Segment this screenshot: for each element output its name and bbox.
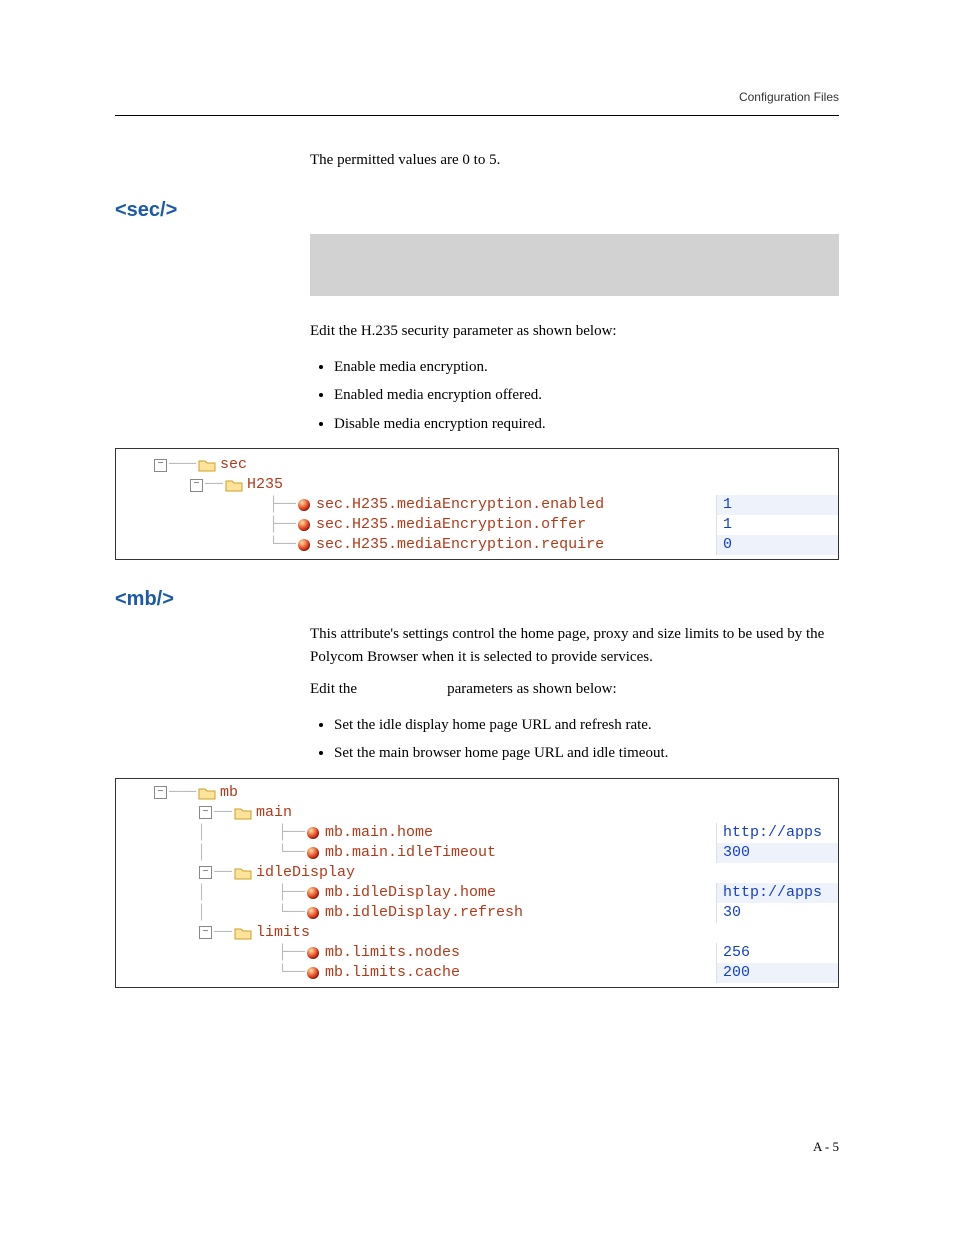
tree-node-label: limits (256, 923, 716, 943)
attr-icon (307, 847, 319, 859)
attr-icon (307, 947, 319, 959)
tree-attr-val: 1 (716, 495, 838, 515)
tree-attr-key: mb.idleDisplay.home (325, 883, 716, 903)
mb-para1: This attribute's settings control the ho… (310, 623, 839, 668)
mb-tree-panel: −───mb −──main │ ├──mb.main.homehttp://a… (115, 778, 839, 988)
tree-attr-val: 1 (716, 515, 838, 535)
list-item: Set the main browser home page URL and i… (334, 739, 839, 768)
tree-attr-key: mb.limits.cache (325, 963, 716, 983)
tree-attr-val: http://apps (716, 883, 838, 903)
header-label: Configuration Files (739, 90, 839, 104)
folder-icon (234, 866, 252, 880)
tree-attr-val: 0 (716, 535, 838, 555)
tree-node-label: H235 (247, 475, 716, 495)
section-heading-mb: <mb/> (115, 588, 839, 611)
sec-tree-panel: −───sec −──H235 ├──sec.H235.mediaEncrypt… (115, 448, 839, 560)
collapse-icon[interactable]: − (199, 866, 212, 879)
list-item: Set the idle display home page URL and r… (334, 711, 839, 740)
collapse-icon[interactable]: − (199, 806, 212, 819)
tree-attr-val: 256 (716, 943, 838, 963)
tree-attr-key: sec.H235.mediaEncryption.require (316, 535, 716, 555)
collapse-icon[interactable]: − (190, 479, 203, 492)
tree-node-label: idleDisplay (256, 863, 716, 883)
page-number: A - 5 (813, 1139, 839, 1155)
attr-icon (298, 499, 310, 511)
tree-attr-val: 200 (716, 963, 838, 983)
list-item: Enabled media encryption offered. (334, 381, 839, 410)
header-rule (115, 115, 839, 116)
list-item: Enable media encryption. (334, 353, 839, 382)
tree-attr-val: 30 (716, 903, 838, 923)
collapse-icon[interactable]: − (154, 459, 167, 472)
tree-attr-key: mb.idleDisplay.refresh (325, 903, 716, 923)
collapse-icon[interactable]: − (199, 926, 212, 939)
mb-bullet-list: Set the idle display home page URL and r… (310, 711, 839, 768)
sec-edit-text: Edit the H.235 security parameter as sho… (310, 320, 839, 343)
gray-placeholder (310, 234, 839, 296)
folder-icon (234, 926, 252, 940)
section-heading-sec: <sec/> (115, 199, 839, 222)
attr-icon (307, 907, 319, 919)
tree-node-label: main (256, 803, 716, 823)
tree-node-label: sec (220, 455, 716, 475)
sec-bullet-list: Enable media encryption. Enabled media e… (310, 353, 839, 439)
tree-attr-val: http://apps (716, 823, 838, 843)
collapse-icon[interactable]: − (154, 786, 167, 799)
folder-icon (234, 806, 252, 820)
attr-icon (307, 827, 319, 839)
tree-attr-key: mb.main.idleTimeout (325, 843, 716, 863)
list-item: Disable media encryption required. (334, 410, 839, 439)
folder-icon (198, 786, 216, 800)
tree-attr-key: sec.H235.mediaEncryption.offer (316, 515, 716, 535)
intro-text: The permitted values are 0 to 5. (310, 150, 839, 171)
mb-edit-text: Edit the parameters as shown below: (310, 678, 839, 701)
attr-icon (298, 519, 310, 531)
attr-icon (298, 539, 310, 551)
attr-icon (307, 887, 319, 899)
tree-attr-key: mb.main.home (325, 823, 716, 843)
tree-attr-key: mb.limits.nodes (325, 943, 716, 963)
attr-icon (307, 967, 319, 979)
tree-node-label: mb (220, 783, 716, 803)
tree-attr-key: sec.H235.mediaEncryption.enabled (316, 495, 716, 515)
folder-icon (225, 478, 243, 492)
folder-icon (198, 458, 216, 472)
tree-attr-val: 300 (716, 843, 838, 863)
